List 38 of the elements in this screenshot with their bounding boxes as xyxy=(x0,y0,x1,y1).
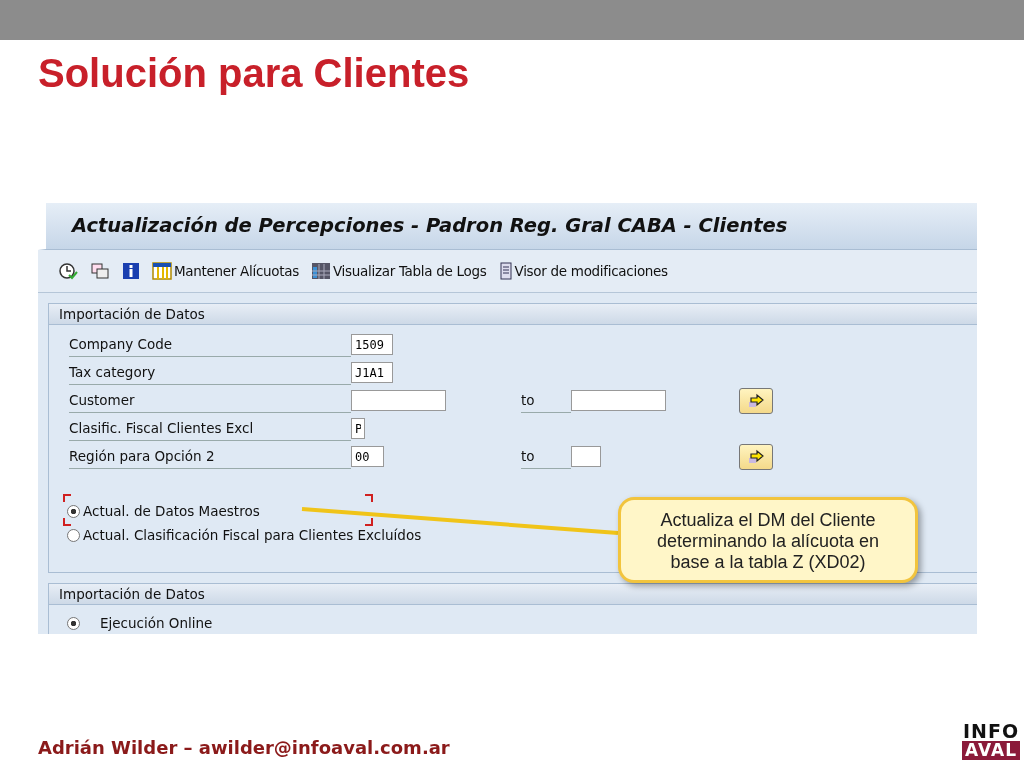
slide-title: Solución para Clientes xyxy=(38,50,471,96)
field-label: Clasific. Fiscal Clientes Excl xyxy=(69,416,351,441)
grid-icon xyxy=(310,262,331,280)
arrow-icon xyxy=(747,392,765,409)
callout-bubble: Actualiza el DM del Cliente determinando la alícuota en base a la tabla Z (XD02) xyxy=(618,497,918,583)
multiple-selection-button[interactable] xyxy=(739,443,773,470)
copy-icon[interactable] xyxy=(90,262,110,280)
radio-button[interactable] xyxy=(67,616,80,630)
clock-icon[interactable] xyxy=(58,262,78,280)
field-label: Company Code xyxy=(69,332,351,357)
section-header: Importación de Datos xyxy=(49,304,977,325)
window-title: Actualización de Percepciones - Padron Reg. Gral CABA - Clientes xyxy=(38,203,977,250)
input-field[interactable]: 1509 xyxy=(351,334,393,355)
multiple-selection-button[interactable] xyxy=(739,387,773,414)
arrow-icon xyxy=(747,448,765,465)
field-label: Región para Opción 2 xyxy=(69,444,351,469)
toolbar-button[interactable]: Visualizar Tabla de Logs xyxy=(310,262,487,280)
company-logo: INFO AVAL xyxy=(962,722,1020,760)
field-label: Tax category xyxy=(69,360,351,385)
radio-option[interactable]: Actual. de Datos Maestros xyxy=(67,503,260,519)
input-field[interactable] xyxy=(351,390,446,411)
footer-text: Adrián Wilder – awilder@infoaval.com.ar xyxy=(38,737,450,760)
toolbar-button[interactable]: Visor de modificaciones xyxy=(498,262,668,280)
input-field[interactable] xyxy=(571,390,666,411)
radio-option[interactable]: Actual. Clasificación Fiscal para Clientes Excluídos xyxy=(67,527,422,543)
radio-option[interactable]: Ejecución Online xyxy=(67,615,213,631)
table-icon xyxy=(152,262,172,280)
radio-button[interactable] xyxy=(67,528,80,542)
toolbar-button[interactable]: Mantener Alícuotas xyxy=(152,262,299,280)
document-icon xyxy=(498,262,513,280)
input-field[interactable]: 00 xyxy=(351,446,384,467)
input-field[interactable]: P xyxy=(351,418,365,439)
info-icon[interactable] xyxy=(122,262,140,280)
radio-button[interactable] xyxy=(67,504,80,518)
field-label: Customer xyxy=(69,388,351,413)
section-header: Importación de Datos xyxy=(49,584,977,605)
input-field[interactable]: J1A1 xyxy=(351,362,393,383)
input-field[interactable] xyxy=(571,446,601,467)
